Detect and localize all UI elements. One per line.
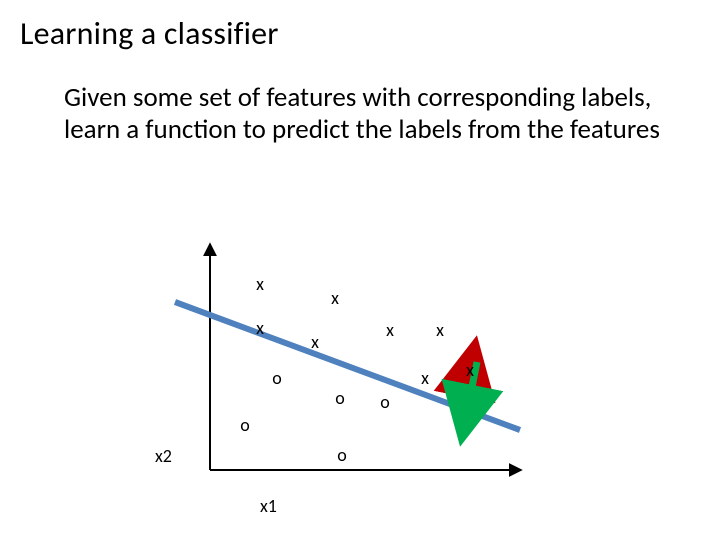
point-o: o (337, 446, 347, 464)
point-o: o (240, 416, 250, 434)
body-text: Given some set of features with correspo… (64, 82, 664, 147)
point-x: x (331, 289, 339, 307)
x-axis-label: x1 (260, 495, 277, 517)
point-o: o (380, 393, 390, 411)
page-title: Learning a classifier (20, 14, 279, 53)
point-o: o (335, 389, 345, 407)
point-x: x (421, 369, 429, 387)
slide: Learning a classifier Given some set of … (0, 0, 720, 540)
point-o: o (272, 369, 282, 387)
classifier-diagram: x x x x x x x x o o o o o x2 x1 (120, 230, 580, 530)
y-axis-label: x2 (155, 445, 172, 467)
point-x: x (436, 321, 444, 339)
chart-svg (120, 230, 580, 530)
point-x: x (256, 319, 264, 337)
point-x: x (256, 275, 264, 293)
point-x: x (466, 361, 474, 379)
point-x: x (386, 321, 394, 339)
point-x: x (311, 333, 319, 351)
